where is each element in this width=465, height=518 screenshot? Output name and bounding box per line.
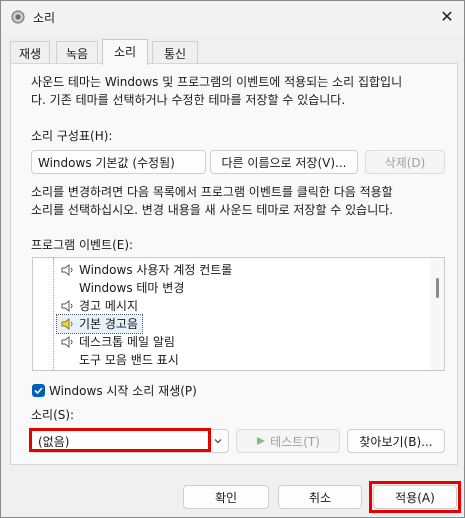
tree-line: [53, 258, 54, 370]
browse-button[interactable]: 찾아보기(B)...: [347, 429, 445, 453]
list-item[interactable]: 데스크톱 메일 알림: [57, 333, 175, 351]
description-line-2: 다. 기존 테마를 선택하거나 수정한 테마를 저장할 수 있습니다.: [31, 93, 346, 107]
instructions-line-1: 소리를 변경하려면 다음 목록에서 프로그램 이벤트를 클릭한 다음 적용할: [31, 185, 393, 199]
speaker-icon: [61, 264, 73, 276]
play-icon: [257, 437, 266, 445]
tab-playback[interactable]: 재생: [10, 41, 50, 63]
sound-select-highlight: [29, 428, 211, 452]
chevron-down-icon: [214, 439, 222, 444]
events-label: 프로그램 이벤트(E):: [31, 238, 134, 252]
sound-dialog: 소리 ✕ 재생 녹음 소리 통신 사운드 테마는 Windows 및 프로그램의…: [0, 0, 465, 518]
list-item[interactable]: 경고 메시지: [57, 297, 138, 315]
sound-label: 소리(S):: [31, 408, 75, 422]
scroll-thumb[interactable]: [436, 278, 439, 298]
cancel-button[interactable]: 취소: [278, 485, 362, 509]
tab-sounds[interactable]: 소리: [102, 39, 148, 65]
close-icon: ✕: [440, 6, 454, 26]
program-events-list[interactable]: Windows 사용자 계정 컨트롤 Windows 테마 변경 경고 메시지 …: [32, 257, 445, 371]
scheme-label: 소리 구성표(H):: [31, 129, 113, 143]
save-as-button[interactable]: 다른 이름으로 저장(V)...: [210, 150, 358, 174]
event-label: 데스크톱 메일 알림: [79, 335, 175, 349]
sound-app-icon: [11, 10, 25, 24]
delete-button[interactable]: 삭제(D): [365, 150, 445, 174]
speaker-icon: [61, 318, 73, 330]
list-item[interactable]: Windows 테마 변경: [57, 279, 184, 297]
tab-strip: 재생 녹음 소리 통신: [10, 39, 460, 65]
startup-sound-label: Windows 시작 소리 재생(P): [49, 384, 197, 398]
title-bar: 소리 ✕: [1, 1, 464, 33]
event-label: 기본 경고음: [79, 317, 139, 331]
event-label: Windows 테마 변경: [79, 281, 185, 295]
list-item[interactable]: Windows 사용자 계정 컨트롤: [57, 261, 232, 279]
events-scrollbar[interactable]: [430, 258, 444, 370]
instructions-line-2: 소리를 선택하십시오. 변경 내용을 새 사운드 테마로 저장할 수 있습니다.: [31, 203, 394, 217]
apply-button-highlight: [369, 481, 461, 513]
check-icon: [34, 387, 43, 395]
event-label: 도구 모음 밴드 표시: [79, 353, 179, 367]
event-label: 경고 메시지: [79, 299, 139, 313]
list-item-selected[interactable]: 기본 경고음: [55, 314, 144, 334]
window-title: 소리: [33, 11, 56, 25]
scheme-select[interactable]: Windows 기본값 (수정됨): [31, 150, 206, 174]
event-label: Windows 사용자 계정 컨트롤: [79, 263, 233, 277]
startup-sound-checkbox[interactable]: [32, 384, 45, 397]
description-line-1: 사운드 테마는 Windows 및 프로그램의 이벤트에 적용되는 소리 집합입…: [31, 75, 403, 89]
scheme-value: Windows 기본값 (수정됨): [38, 156, 175, 170]
ok-button[interactable]: 확인: [183, 485, 269, 509]
speaker-icon: [61, 300, 73, 312]
test-label: 테스트(T): [270, 434, 320, 449]
tab-communications[interactable]: 통신: [152, 41, 198, 63]
list-item[interactable]: 도구 모음 밴드 표시: [57, 351, 179, 369]
speaker-icon: [61, 336, 73, 348]
test-button[interactable]: 테스트(T): [236, 429, 340, 453]
dialog-footer: 확인 취소 적용(A): [1, 465, 464, 517]
sounds-panel: 사운드 테마는 Windows 및 프로그램의 이벤트에 적용되는 소리 집합입…: [10, 63, 458, 465]
tab-recording[interactable]: 녹음: [56, 41, 98, 63]
close-button[interactable]: ✕: [434, 5, 460, 27]
